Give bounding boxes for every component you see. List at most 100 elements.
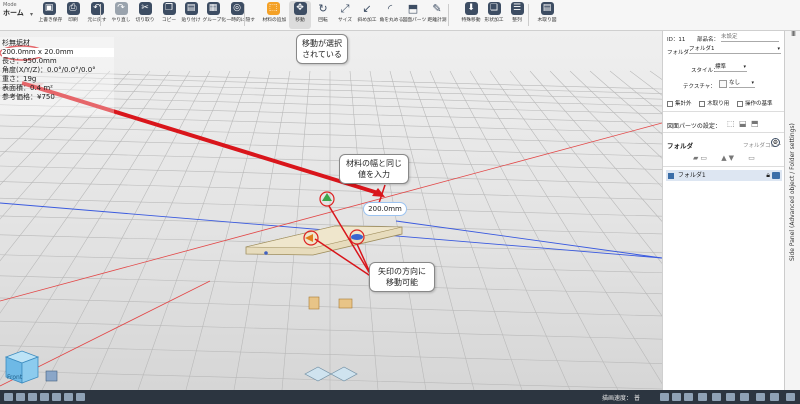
shape-process-button[interactable]: ❏ 形状加工 bbox=[483, 1, 505, 29]
grid-line bbox=[0, 70, 131, 220]
status-tool-icon[interactable] bbox=[28, 393, 37, 401]
status-tool-icon[interactable] bbox=[756, 393, 765, 401]
round-corner-icon: ◜ bbox=[387, 2, 393, 15]
checkbox-reference[interactable]: 操作の基準 bbox=[737, 100, 773, 107]
folder-list-item[interactable]: フォルダ1 🔒︎ bbox=[666, 170, 782, 181]
undo-icon: ↶ bbox=[90, 2, 104, 15]
print-button[interactable]: ⎙ 印刷 bbox=[62, 1, 84, 29]
material-angle: 角度(X/Y/Z)：0.0°/0.0°/0.0° bbox=[2, 66, 96, 74]
copy-button[interactable]: ❐ コピー bbox=[158, 1, 180, 29]
checkbox-exclude[interactable]: 集計外 bbox=[667, 100, 692, 107]
settings-icon[interactable]: ⚙ bbox=[771, 138, 780, 147]
toolbar-label: 元に戻す bbox=[87, 17, 107, 23]
add-material-button[interactable]: ⬚ 材料の追加 bbox=[262, 1, 286, 29]
grid-line bbox=[0, 70, 151, 262]
object-info-panel: 杉無垢材 200.0mm x 20.0mm 長さ：950.0mm 角度(X/Y/… bbox=[2, 39, 114, 102]
resize-button[interactable]: ⤢ サイズ bbox=[334, 1, 356, 29]
folder-icon[interactable]: ▭ bbox=[700, 154, 709, 162]
status-tool-icon[interactable] bbox=[786, 393, 795, 401]
undo-button[interactable]: ↶ 元に戻す bbox=[86, 1, 108, 29]
drawing-parts-button[interactable]: ⬒ 図面パーツ bbox=[402, 1, 427, 29]
shape-process-icon: ❏ bbox=[487, 2, 501, 15]
toolbar-label: 斜め加工 bbox=[357, 17, 377, 23]
status-tool-icon[interactable] bbox=[740, 393, 749, 401]
status-tool-icon[interactable] bbox=[672, 393, 681, 401]
part-name-input[interactable] bbox=[721, 33, 779, 42]
lock-icon[interactable]: 🔒︎ bbox=[766, 170, 770, 181]
status-tool-icon[interactable] bbox=[40, 393, 49, 401]
right-arrow-icon bbox=[351, 234, 363, 240]
bevel-button[interactable]: ↙ 斜め加工 bbox=[356, 1, 378, 29]
style-dropdown[interactable]: 標準 ▾ bbox=[715, 63, 747, 72]
grid-line bbox=[589, 70, 662, 135]
save-button[interactable]: ▣ 上書き保存 bbox=[38, 1, 62, 29]
grid-line bbox=[429, 70, 571, 390]
move-button[interactable]: ✥ 移動 bbox=[289, 1, 311, 29]
hamburger-icon[interactable]: ≡ bbox=[789, 30, 798, 37]
drawing-setting-icon[interactable]: ⬒ bbox=[751, 119, 759, 128]
move-up-icon[interactable]: ▲ bbox=[721, 154, 728, 162]
texture-swatch[interactable] bbox=[719, 80, 727, 88]
checkbox-row: 集計外 木取り用 操作の基準 bbox=[667, 99, 773, 107]
group-button[interactable]: ▦ グループ化 bbox=[202, 1, 226, 29]
status-tool-icon[interactable] bbox=[684, 393, 693, 401]
status-tool-icon[interactable] bbox=[770, 393, 779, 401]
status-tool-icon[interactable] bbox=[64, 393, 73, 401]
drawing-setting-icon[interactable]: ⬚ bbox=[727, 119, 735, 128]
side-panel-tab[interactable]: Side Panel (Advanced object / Folder set… bbox=[784, 30, 800, 390]
rotate-button[interactable]: ↻ 回転 bbox=[312, 1, 334, 29]
redo-button[interactable]: ↷ やり直し bbox=[110, 1, 132, 29]
grid-line bbox=[469, 70, 662, 385]
view-cube-label: Front bbox=[7, 374, 23, 381]
folder-dropdown[interactable]: フォルダ1 ▾ bbox=[689, 45, 781, 54]
callout-text: 矢印の方向に 移動可能 bbox=[378, 267, 426, 287]
texture-dropdown[interactable]: なし ▾ bbox=[729, 79, 755, 88]
hide-icon: ◎ bbox=[230, 2, 244, 15]
copy-icon: ❐ bbox=[162, 2, 176, 15]
group-icon: ▦ bbox=[206, 2, 220, 15]
checkbox-cutting[interactable]: 木取り用 bbox=[699, 100, 729, 107]
toolbar-label: 距離計測 bbox=[427, 17, 447, 23]
mode-selector[interactable]: Mode ホーム ▾ bbox=[3, 2, 33, 28]
cut-button[interactable]: ✂ 切り取り bbox=[134, 1, 156, 29]
status-tool-icon[interactable] bbox=[712, 393, 721, 401]
round-corner-button[interactable]: ◜ 角を丸める bbox=[379, 1, 404, 29]
callout-enter-width: 材料の幅と同じ 値を入力 bbox=[339, 154, 409, 184]
toolbar-label: 印刷 bbox=[68, 17, 78, 23]
special-move-button[interactable]: ⬇ 特殊移動 bbox=[460, 1, 482, 29]
draw-speed-value[interactable]: 普 bbox=[634, 393, 640, 402]
status-tool-icon[interactable] bbox=[76, 393, 85, 401]
align-button[interactable]: ☰ 整列 bbox=[506, 1, 528, 29]
folder-name: フォルダ1 bbox=[677, 172, 706, 179]
grid-line bbox=[281, 70, 311, 390]
cutting-diagram-button[interactable]: ▤ 木取り図 bbox=[536, 1, 558, 29]
folder-checkbox[interactable] bbox=[668, 172, 674, 179]
folder-toolbar: ▰▭ ▲▼ ▭ bbox=[693, 154, 757, 162]
grid-line bbox=[569, 70, 662, 159]
drawing-setting-icon[interactable]: ⬓ bbox=[739, 119, 747, 128]
add-material-icon: ⬚ bbox=[266, 2, 280, 15]
paste-button[interactable]: ▤ 貼り付け bbox=[180, 1, 202, 29]
drawing-settings-label: 図面パーツの設定： bbox=[667, 123, 721, 130]
move-down-icon[interactable]: ▼ bbox=[729, 154, 736, 162]
visibility-icon[interactable] bbox=[772, 172, 780, 179]
toolbar-label: コピー bbox=[161, 17, 177, 23]
side-panel-tab-label: Side Panel (Advanced object / Folder set… bbox=[789, 123, 796, 261]
rotate-icon: ↻ bbox=[318, 2, 328, 15]
dimension-input[interactable]: 200.0mm bbox=[363, 202, 407, 216]
3d-viewport[interactable]: 杉無垢材 200.0mm x 20.0mm 長さ：950.0mm 角度(X/Y/… bbox=[0, 31, 662, 390]
print-icon: ⎙ bbox=[66, 2, 80, 15]
divider bbox=[663, 111, 784, 112]
status-tool-icon[interactable] bbox=[16, 393, 25, 401]
status-tool-icon[interactable] bbox=[698, 393, 707, 401]
status-tool-icon[interactable] bbox=[660, 393, 669, 401]
status-tool-icon[interactable] bbox=[726, 393, 735, 401]
status-tool-icon[interactable] bbox=[52, 393, 61, 401]
toolbar-label: 整列 bbox=[512, 17, 522, 23]
grid-line bbox=[449, 70, 619, 390]
measure-button[interactable]: ✎ 距離計測 bbox=[426, 1, 448, 29]
folder-view-icon[interactable]: ▭ bbox=[748, 154, 757, 162]
status-tool-icon[interactable] bbox=[4, 393, 13, 401]
redo-icon: ↷ bbox=[114, 2, 128, 15]
grid-line bbox=[549, 70, 662, 188]
